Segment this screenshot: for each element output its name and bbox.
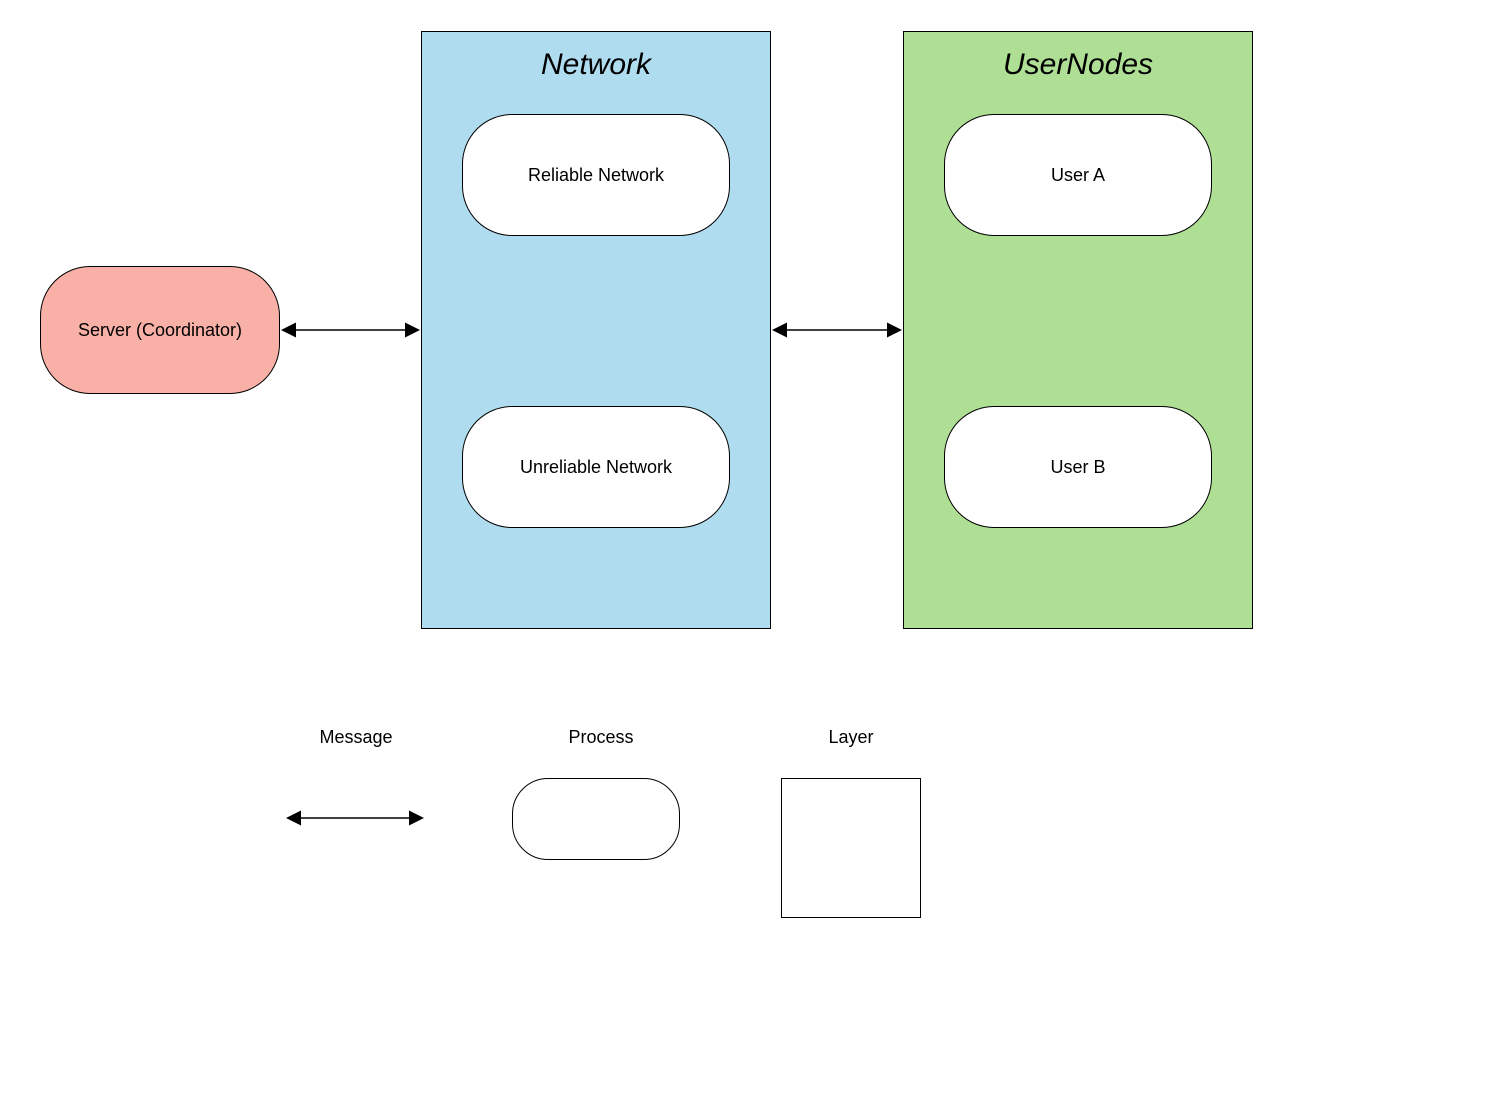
user-a-node: User A (944, 114, 1212, 236)
usernodes-title: UserNodes (904, 48, 1252, 82)
user-b-node: User B (944, 406, 1212, 528)
usernodes-layer: UserNodes User A User B (903, 31, 1253, 629)
legend-layer-label: Layer (821, 727, 881, 748)
server-node: Server (Coordinator) (40, 266, 280, 394)
arrow-network-usernodes (771, 315, 903, 345)
network-title: Network (422, 48, 770, 82)
arrow-server-network (280, 315, 421, 345)
user-a-label: User A (1051, 165, 1105, 186)
network-layer: Network Reliable Network Unreliable Netw… (421, 31, 771, 629)
diagram-canvas: Server (Coordinator) Network Reliable Ne… (0, 0, 1500, 1120)
user-b-label: User B (1050, 457, 1105, 478)
unreliable-label: Unreliable Network (520, 457, 672, 478)
reliable-network-node: Reliable Network (462, 114, 730, 236)
server-label: Server (Coordinator) (78, 320, 242, 341)
legend-message-arrow (285, 803, 425, 833)
legend-message-label: Message (311, 727, 401, 748)
legend-process-label: Process (561, 727, 641, 748)
unreliable-network-node: Unreliable Network (462, 406, 730, 528)
reliable-label: Reliable Network (528, 165, 664, 186)
legend-process-shape (512, 778, 680, 860)
legend-layer-shape (781, 778, 921, 918)
